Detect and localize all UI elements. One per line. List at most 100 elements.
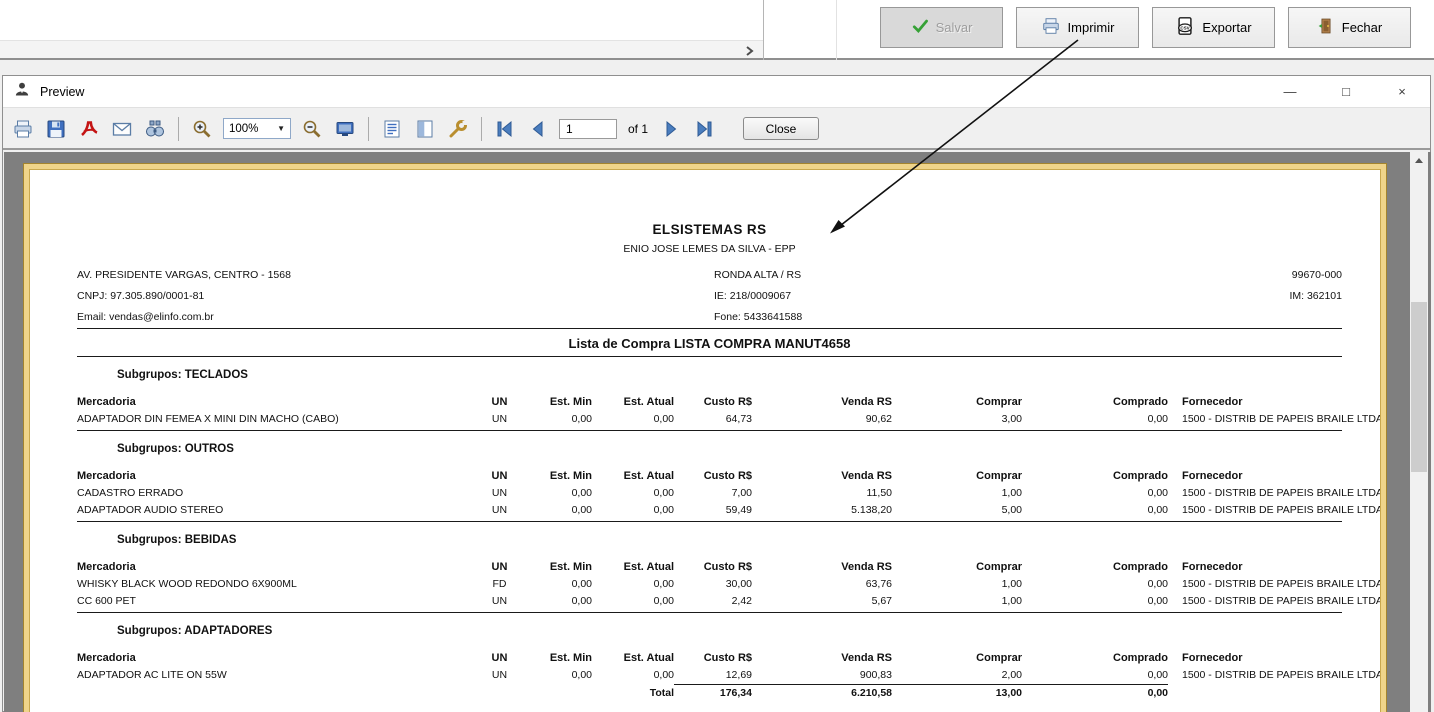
- cell: 6.210,58: [752, 684, 892, 701]
- cell: 5,00: [1001, 503, 1022, 516]
- print-icon[interactable]: [11, 117, 35, 141]
- scroll-up-icon[interactable]: [1410, 152, 1428, 169]
- last-page-button[interactable]: [692, 117, 716, 141]
- salvar-button[interactable]: Salvar: [880, 7, 1003, 48]
- first-page-button[interactable]: [493, 117, 517, 141]
- table-header-row: Mercadoria UN Est. Min Est. Atual Custo R$ Ve…: [77, 559, 1342, 575]
- column-header: Est. Atual: [623, 470, 674, 482]
- column-header: Venda RS: [841, 561, 892, 573]
- cell: WHISKY BLACK WOOD REDONDO 6X900ML: [77, 577, 297, 590]
- cell: 0,00: [1147, 668, 1168, 681]
- column-header: Mercadoria: [77, 561, 136, 573]
- column-header: UN: [491, 561, 508, 573]
- company-ie: IE: 218/0009067: [714, 290, 792, 302]
- horizontal-scrollbar[interactable]: [0, 40, 763, 58]
- zoom-in-icon[interactable]: [190, 117, 214, 141]
- cell: 1,00: [1001, 594, 1022, 607]
- section-divider: [77, 430, 1342, 431]
- cell: 0,00: [653, 668, 674, 681]
- cell: 64,73: [725, 412, 752, 425]
- find-icon[interactable]: [143, 117, 167, 141]
- column-header: Est. Atual: [623, 652, 674, 664]
- cell: 1500 - DISTRIB DE PAPEIS BRAILE LTDA: [1182, 503, 1381, 516]
- panel-divider: [763, 0, 764, 60]
- cell: 0,00: [571, 486, 592, 499]
- company-cnpj: CNPJ: 97.305.890/0001-81: [77, 290, 205, 302]
- cell: CADASTRO ERRADO: [77, 486, 184, 499]
- imprimir-button[interactable]: Imprimir: [1016, 7, 1139, 48]
- full-screen-icon[interactable]: [333, 117, 357, 141]
- column-header: Comprado: [1113, 396, 1168, 408]
- scrollbar-thumb[interactable]: [1411, 302, 1427, 472]
- cell: 2,00: [1001, 668, 1022, 681]
- minimize-button[interactable]: —: [1262, 76, 1318, 108]
- company-address: AV. PRESIDENTE VARGAS, CENTRO - 1568: [77, 269, 291, 281]
- maximize-button[interactable]: □: [1318, 76, 1374, 108]
- column-header: Venda RS: [841, 470, 892, 482]
- preview-window: Preview — □ × 100% ▼ 1 of 1 Close ELSIST…: [2, 75, 1431, 712]
- page-setup-icon[interactable]: [446, 117, 470, 141]
- chevron-right-icon[interactable]: [743, 44, 755, 56]
- cell: UN: [491, 486, 508, 499]
- report: ELSISTEMAS RS ENIO JOSE LEMES DA SILVA -…: [30, 222, 1380, 701]
- previous-page-button[interactable]: [526, 117, 550, 141]
- cell: 1500 - DISTRIB DE PAPEIS BRAILE LTDA: [1182, 577, 1381, 590]
- column-header: Venda RS: [841, 652, 892, 664]
- exportar-button[interactable]: CSV Exportar: [1152, 7, 1275, 48]
- column-header: Fornecedor: [1182, 396, 1243, 408]
- column-header: Comprar: [976, 652, 1022, 664]
- cell: UN: [491, 594, 508, 607]
- toolbar-separator: [368, 116, 369, 141]
- table-row: ADAPTADOR AUDIO STEREO UN 0,00 0,00 59,49 5.1…: [77, 501, 1380, 518]
- column-header: Custo R$: [703, 396, 752, 408]
- vertical-scrollbar[interactable]: [1410, 152, 1428, 712]
- save-icon[interactable]: [44, 117, 68, 141]
- fechar-button[interactable]: Fechar: [1288, 7, 1411, 48]
- cell: UN: [491, 503, 508, 516]
- report-title: Lista de Compra LISTA COMPRA MANUT4658: [568, 336, 851, 351]
- cell: 0,00: [571, 503, 592, 516]
- cell: 1500 - DISTRIB DE PAPEIS BRAILE LTDA: [1182, 412, 1381, 425]
- cell: 12,69: [725, 668, 752, 681]
- cell: 5,67: [871, 594, 892, 607]
- table-header-row: Mercadoria UN Est. Min Est. Atual Custo R$ Ve…: [77, 468, 1342, 484]
- cell: FD: [492, 577, 507, 590]
- cell: ADAPTADOR AC LITE ON 55W: [77, 668, 227, 681]
- preview-titlebar[interactable]: Preview — □ ×: [3, 76, 1430, 108]
- total-label: Total: [649, 686, 674, 699]
- section-label: Subgrupos: BEBIDAS: [117, 534, 237, 546]
- report-company-name: ELSISTEMAS RS: [652, 222, 767, 237]
- printer-icon: [1041, 16, 1061, 39]
- cell: 1500 - DISTRIB DE PAPEIS BRAILE LTDA: [1182, 594, 1381, 607]
- zoom-out-icon[interactable]: [300, 117, 324, 141]
- preview-content-area: ELSISTEMAS RS ENIO JOSE LEMES DA SILVA -…: [4, 152, 1431, 712]
- outline-view-icon[interactable]: [380, 117, 404, 141]
- cell: 0,00: [571, 594, 592, 607]
- company-city: RONDA ALTA / RS: [714, 269, 802, 281]
- cell: 0,00: [1147, 503, 1168, 516]
- cell: 0,00: [571, 577, 592, 590]
- report-header-info: AV. PRESIDENTE VARGAS, CENTRO - 1568 RON…: [77, 265, 1342, 328]
- column-header: Fornecedor: [1182, 561, 1243, 573]
- column-header: Est. Min: [549, 396, 592, 408]
- column-header: Custo R$: [703, 561, 752, 573]
- company-cep: 99670-000: [1291, 269, 1342, 281]
- pdf-icon[interactable]: [77, 117, 101, 141]
- column-header: Comprar: [976, 561, 1022, 573]
- cell: 90,62: [865, 412, 892, 425]
- section-label: Subgrupos: TECLADOS: [117, 369, 248, 381]
- email-icon[interactable]: [110, 117, 134, 141]
- report-sections: Subgrupos: TECLADOS Mercadoria UN Est. Min E…: [77, 369, 1380, 701]
- zoom-level-combo[interactable]: 100% ▼: [223, 118, 291, 139]
- thumbnails-view-icon[interactable]: [413, 117, 437, 141]
- cell: ADAPTADOR DIN FEMEA X MINI DIN MACHO (CA…: [77, 412, 339, 425]
- close-window-button[interactable]: ×: [1374, 76, 1430, 108]
- close-preview-button[interactable]: Close: [743, 117, 820, 140]
- column-header: Est. Atual: [623, 396, 674, 408]
- cell: UN: [491, 668, 508, 681]
- page-number-input[interactable]: [559, 118, 617, 139]
- table-row: WHISKY BLACK WOOD REDONDO 6X900ML FD 0,00 0…: [77, 575, 1380, 592]
- cell: 11,50: [866, 486, 893, 499]
- cell: 0,00: [571, 668, 592, 681]
- next-page-button[interactable]: [659, 117, 683, 141]
